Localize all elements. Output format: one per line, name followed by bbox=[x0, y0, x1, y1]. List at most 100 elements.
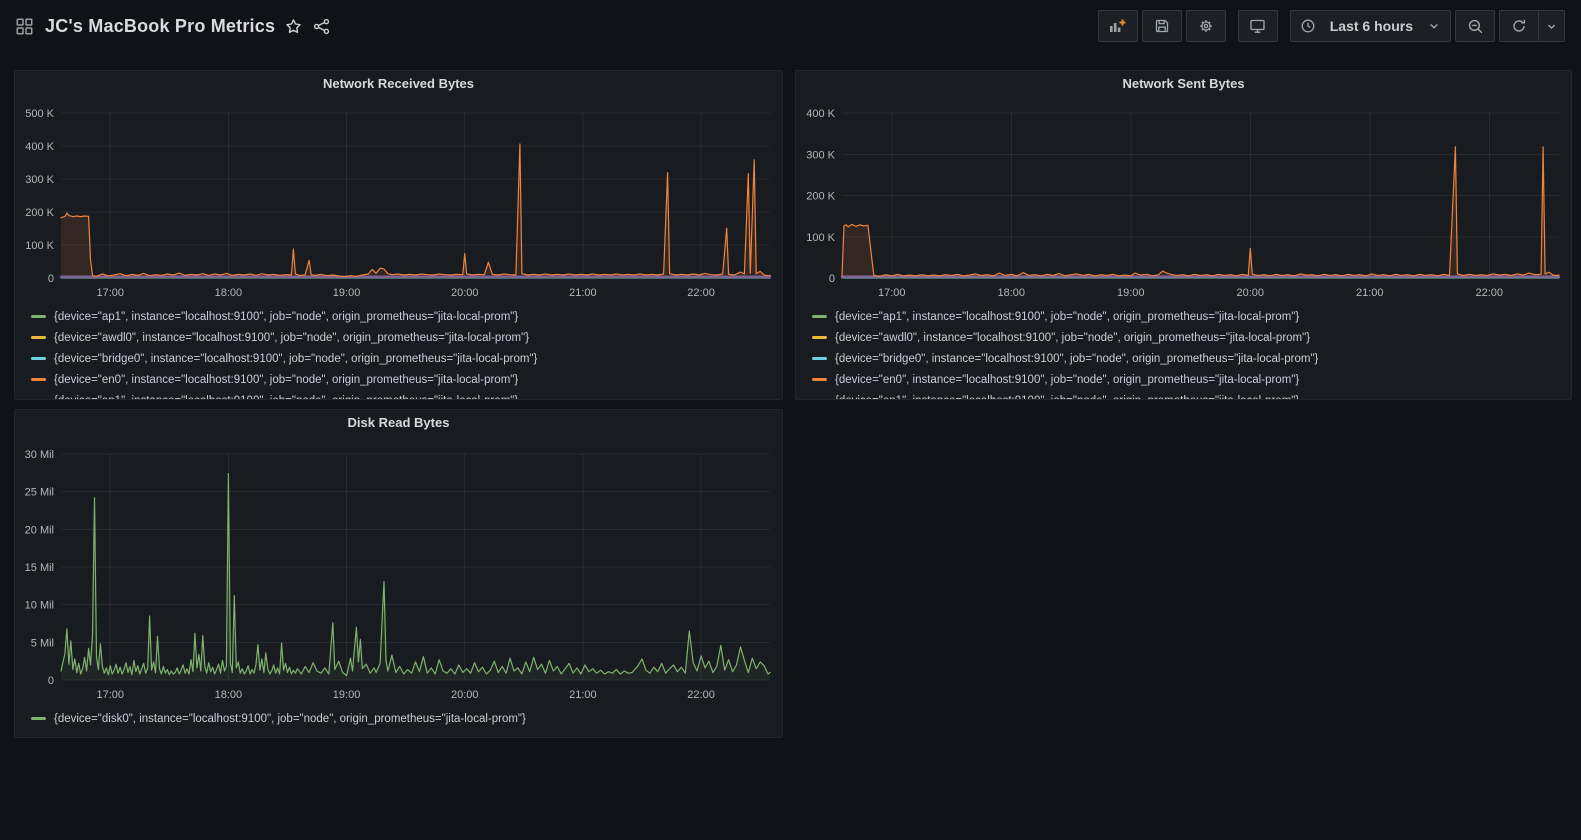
save-dashboard-button[interactable] bbox=[1141, 10, 1182, 42]
svg-text:0: 0 bbox=[829, 273, 835, 285]
legend-series-swatch-icon bbox=[812, 336, 827, 339]
svg-text:21:00: 21:00 bbox=[569, 287, 597, 299]
svg-text:0: 0 bbox=[48, 675, 54, 687]
legend-series-label: {device="en0", instance="localhost:9100"… bbox=[54, 373, 519, 386]
panel-network-received-bytes: Network Received Bytes 17:00 18:00 19:00 20… bbox=[14, 70, 783, 400]
svg-text:20:00: 20:00 bbox=[1237, 287, 1265, 299]
legend-item[interactable]: {device="ap1", instance="localhost:9100"… bbox=[31, 306, 772, 327]
legend-item[interactable]: {device="ap1", instance="localhost:9100"… bbox=[812, 306, 1561, 327]
svg-text:17:00: 17:00 bbox=[878, 287, 906, 299]
zoom-out-icon bbox=[1468, 19, 1482, 33]
monitor-icon bbox=[1250, 19, 1265, 33]
svg-text:22:00: 22:00 bbox=[687, 287, 715, 299]
svg-text:300 K: 300 K bbox=[806, 149, 835, 161]
panel-title[interactable]: Network Received Bytes bbox=[15, 71, 782, 97]
svg-text:100 K: 100 K bbox=[25, 240, 54, 252]
disk-read-chart[interactable]: 17:00 18:00 19:00 20:00 21:00 22:00 0 5 Mil 10 M… bbox=[15, 436, 782, 706]
legend-series-label: {device="bridge0", instance="localhost:9… bbox=[54, 352, 538, 365]
svg-text:20:00: 20:00 bbox=[451, 689, 479, 701]
network-received-legend: {device="ap1", instance="localhost:9100"… bbox=[15, 304, 782, 399]
panel-title[interactable]: Network Sent Bytes bbox=[796, 71, 1571, 97]
time-range-label: Last 6 hours bbox=[1329, 18, 1413, 34]
svg-text:300 K: 300 K bbox=[25, 174, 54, 186]
legend-series-label: {device="bridge0", instance="localhost:9… bbox=[835, 352, 1319, 365]
refresh-icon bbox=[1513, 19, 1526, 32]
svg-text:10 Mil: 10 Mil bbox=[25, 600, 54, 612]
dashboard-toolbar: Last 6 hours bbox=[1097, 10, 1565, 42]
save-icon bbox=[1155, 19, 1168, 33]
refresh-dashboard-button[interactable] bbox=[1499, 10, 1539, 42]
svg-text:0: 0 bbox=[48, 273, 54, 285]
svg-text:17:00: 17:00 bbox=[96, 689, 124, 701]
time-range-picker[interactable]: Last 6 hours bbox=[1289, 10, 1451, 42]
legend-item[interactable]: {device="bridge0", instance="localhost:9… bbox=[31, 348, 772, 369]
legend-series-label: {device="awdl0", instance="localhost:910… bbox=[54, 331, 530, 344]
network-received-chart[interactable]: 17:00 18:00 19:00 20:00 21:00 22:00 0 100 K 200 … bbox=[15, 97, 782, 304]
svg-text:5 Mil: 5 Mil bbox=[31, 637, 54, 649]
legend-item[interactable]: {device="disk0", instance="localhost:910… bbox=[31, 708, 772, 729]
legend-item[interactable]: {device="en1", instance="localhost:9100"… bbox=[812, 390, 1561, 400]
legend-item[interactable]: {device="en0", instance="localhost:9100"… bbox=[812, 369, 1561, 390]
svg-text:200 K: 200 K bbox=[806, 191, 835, 203]
legend-series-swatch-icon bbox=[31, 378, 46, 381]
legend-series-label: {device="en0", instance="localhost:9100"… bbox=[835, 373, 1300, 386]
legend-series-label: {device="ap1", instance="localhost:9100"… bbox=[835, 310, 1300, 323]
svg-text:18:00: 18:00 bbox=[215, 287, 243, 299]
star-icon[interactable] bbox=[279, 12, 307, 40]
panel-network-sent-bytes: Network Sent Bytes 17:00 18:00 19:00 20:00 2… bbox=[795, 70, 1572, 400]
share-icon[interactable] bbox=[307, 12, 335, 40]
network-sent-chart[interactable]: 17:00 18:00 19:00 20:00 21:00 22:00 0 100 K 200 … bbox=[796, 97, 1571, 304]
disk-read-legend: {device="disk0", instance="localhost:910… bbox=[15, 706, 782, 737]
panel-title[interactable]: Disk Read Bytes bbox=[15, 410, 782, 436]
svg-text:400 K: 400 K bbox=[25, 141, 54, 153]
svg-text:22:00: 22:00 bbox=[1476, 287, 1504, 299]
svg-text:15 Mil: 15 Mil bbox=[25, 562, 54, 574]
legend-series-label: {device="en1", instance="localhost:9100"… bbox=[54, 395, 518, 400]
legend-series-label: {device="ap1", instance="localhost:9100"… bbox=[54, 310, 519, 323]
chevron-down-icon bbox=[1430, 24, 1438, 29]
legend-series-label: {device="disk0", instance="localhost:910… bbox=[54, 712, 526, 725]
legend-item[interactable]: {device="en0", instance="localhost:9100"… bbox=[31, 369, 772, 390]
add-panel-button[interactable] bbox=[1097, 10, 1138, 42]
svg-text:19:00: 19:00 bbox=[333, 287, 361, 299]
dashboard-settings-button[interactable] bbox=[1185, 10, 1226, 42]
kiosk-mode-button[interactable] bbox=[1237, 10, 1278, 42]
svg-text:500 K: 500 K bbox=[25, 108, 54, 120]
svg-text:21:00: 21:00 bbox=[1356, 287, 1384, 299]
svg-text:19:00: 19:00 bbox=[333, 689, 361, 701]
svg-text:20 Mil: 20 Mil bbox=[25, 524, 54, 536]
legend-series-swatch-icon bbox=[31, 357, 46, 360]
legend-item[interactable]: {device="en1", instance="localhost:9100"… bbox=[31, 390, 772, 400]
network-sent-legend: {device="ap1", instance="localhost:9100"… bbox=[796, 304, 1571, 399]
legend-series-label: {device="awdl0", instance="localhost:910… bbox=[835, 331, 1311, 344]
svg-text:400 K: 400 K bbox=[806, 108, 835, 120]
legend-series-swatch-icon bbox=[31, 717, 46, 720]
chevron-down-icon bbox=[1548, 24, 1555, 29]
legend-item[interactable]: {device="awdl0", instance="localhost:910… bbox=[812, 327, 1561, 348]
svg-text:20:00: 20:00 bbox=[451, 287, 479, 299]
svg-text:100 K: 100 K bbox=[806, 232, 835, 244]
legend-item[interactable]: {device="bridge0", instance="localhost:9… bbox=[812, 348, 1561, 369]
legend-series-swatch-icon bbox=[31, 315, 46, 318]
panel-disk-read-bytes: Disk Read Bytes 17:00 18:00 19:00 20:00 21:0… bbox=[14, 409, 783, 738]
dashboard-title: JC's MacBook Pro Metrics bbox=[45, 15, 276, 36]
legend-series-swatch-icon bbox=[31, 336, 46, 339]
svg-text:200 K: 200 K bbox=[25, 207, 54, 219]
svg-text:18:00: 18:00 bbox=[998, 287, 1026, 299]
gear-icon bbox=[1199, 20, 1212, 32]
legend-series-swatch-icon bbox=[812, 378, 827, 381]
svg-text:17:00: 17:00 bbox=[96, 287, 124, 299]
add-panel-icon bbox=[1110, 19, 1126, 32]
svg-text:21:00: 21:00 bbox=[569, 689, 597, 701]
refresh-interval-dropdown[interactable] bbox=[1539, 10, 1565, 42]
svg-text:22:00: 22:00 bbox=[687, 689, 715, 701]
clock-icon bbox=[1301, 19, 1315, 33]
svg-text:18:00: 18:00 bbox=[215, 689, 243, 701]
legend-item[interactable]: {device="awdl0", instance="localhost:910… bbox=[31, 327, 772, 348]
zoom-out-time-button[interactable] bbox=[1455, 10, 1495, 42]
legend-series-label: {device="en1", instance="localhost:9100"… bbox=[835, 395, 1299, 400]
apps-grid-icon[interactable] bbox=[16, 18, 33, 35]
dashboard-header: JC's MacBook Pro Metrics Last 6 hours bbox=[0, 0, 1581, 52]
legend-series-swatch-icon bbox=[812, 357, 827, 360]
svg-text:30 Mil: 30 Mil bbox=[25, 449, 54, 461]
